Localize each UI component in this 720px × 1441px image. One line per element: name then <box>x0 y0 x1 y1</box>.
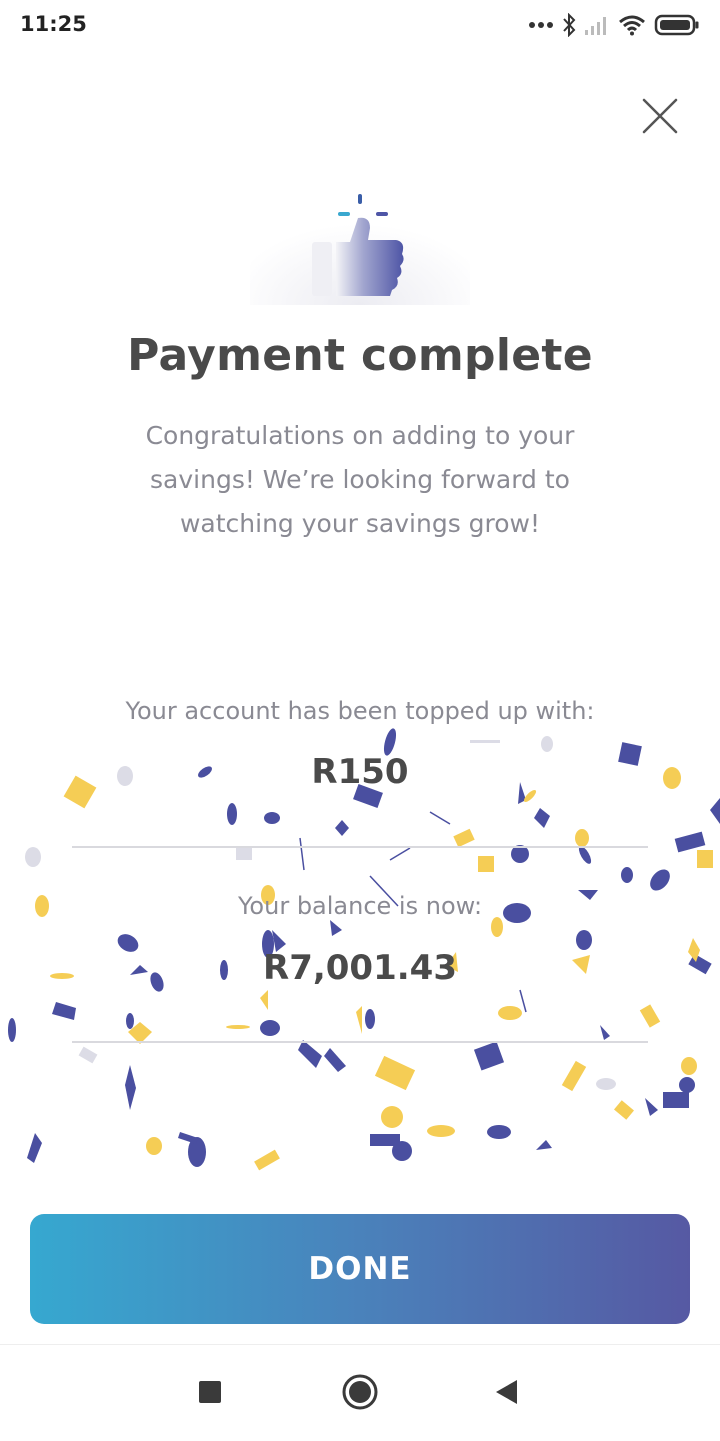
status-time: 11:25 <box>20 12 87 36</box>
close-icon <box>642 98 678 134</box>
recents-button[interactable] <box>185 1367 235 1417</box>
confirmation-message: Congratulations on adding to your saving… <box>145 421 575 538</box>
wifi-icon <box>619 15 645 36</box>
divider <box>72 846 648 848</box>
topped-up-amount: R150 <box>311 752 409 792</box>
page-title: Payment complete <box>127 330 593 381</box>
home-circle-icon <box>342 1374 378 1410</box>
status-icons <box>528 12 700 38</box>
back-button[interactable] <box>482 1367 532 1417</box>
battery-icon <box>654 14 699 36</box>
balance-amount: R7,001.43 <box>263 948 457 988</box>
signal-icon <box>585 17 606 35</box>
back-triangle-icon <box>496 1380 517 1404</box>
home-button[interactable] <box>335 1367 385 1417</box>
thumbs-up-icon <box>250 170 470 305</box>
bluetooth-icon <box>563 13 576 37</box>
system-nav-bar <box>0 1344 720 1441</box>
topped-up-label: Your account has been topped up with: <box>125 697 595 725</box>
more-dots-icon <box>529 22 553 28</box>
recents-square-icon <box>199 1381 221 1403</box>
divider <box>72 1041 648 1043</box>
balance-label: Your balance is now: <box>237 892 483 920</box>
close-button[interactable] <box>636 92 684 140</box>
status-bar: 11:25 <box>0 0 720 50</box>
done-button[interactable]: DONE <box>30 1214 690 1324</box>
hero-illustration <box>240 160 480 305</box>
